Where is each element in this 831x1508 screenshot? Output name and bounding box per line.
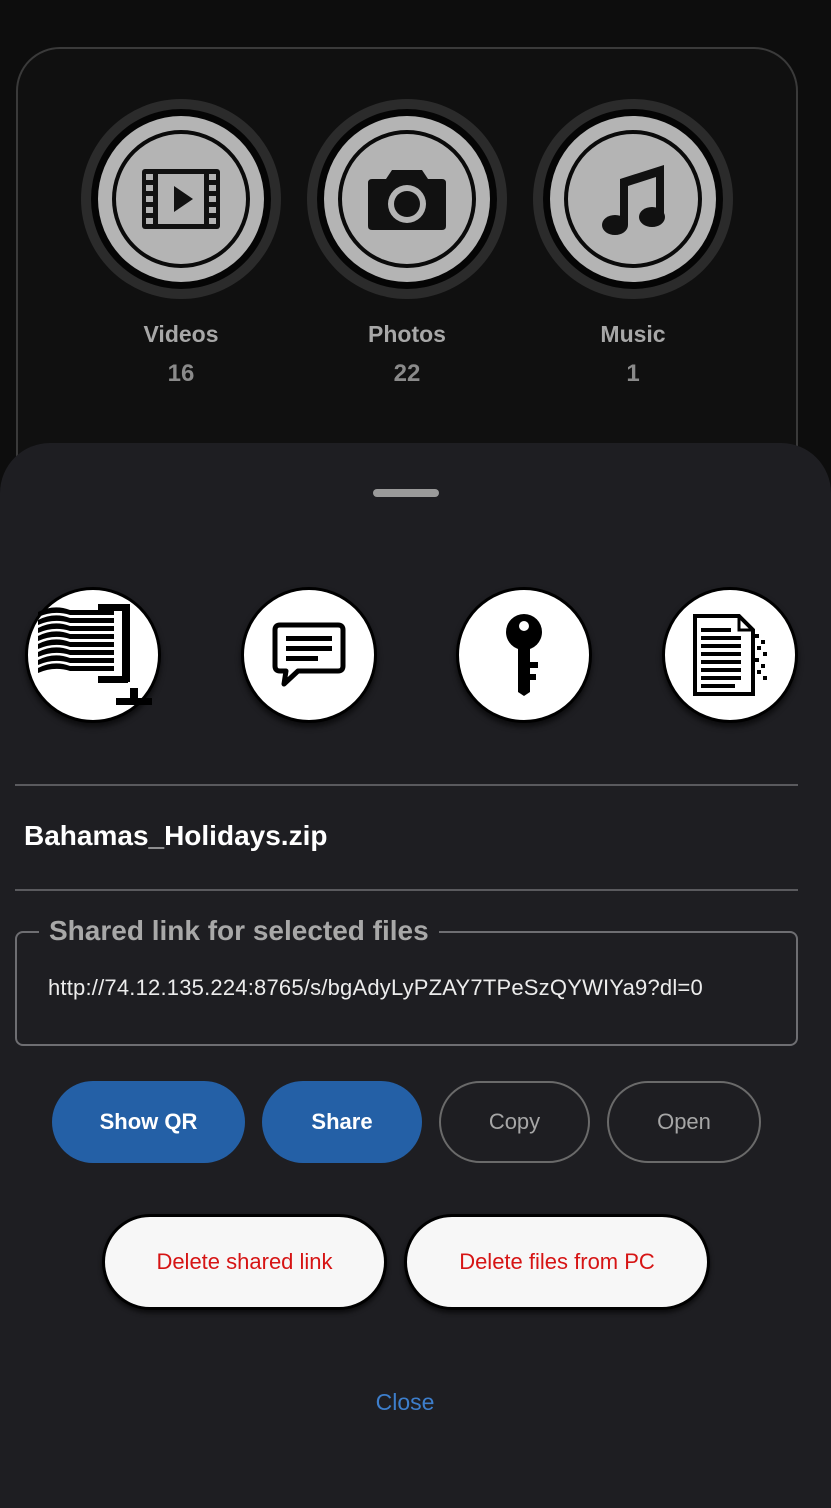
compress-button[interactable] <box>25 587 161 723</box>
document-shred-button[interactable] <box>662 587 798 723</box>
delete-files-button[interactable]: Delete files from PC <box>404 1214 710 1310</box>
category-count: 22 <box>393 360 421 387</box>
category-videos[interactable]: Videos 16 <box>81 99 281 388</box>
film-icon <box>142 169 220 229</box>
message-icon <box>272 622 346 687</box>
drag-handle[interactable] <box>373 489 439 497</box>
compress-icon <box>38 604 152 705</box>
category-label: Videos <box>143 321 219 347</box>
document-shred-icon <box>693 614 767 696</box>
show-qr-button[interactable]: Show QR <box>52 1081 245 1163</box>
key-icon <box>506 614 542 696</box>
category-photos[interactable]: Photos 22 <box>307 99 507 388</box>
message-button[interactable] <box>241 587 377 723</box>
shared-link-field[interactable]: Shared link for selected files http://74… <box>15 915 798 1046</box>
open-button[interactable]: Open <box>607 1081 761 1163</box>
category-count: 1 <box>626 360 640 387</box>
category-label: Music <box>600 321 666 347</box>
key-button[interactable] <box>456 587 592 723</box>
share-button[interactable]: Share <box>262 1081 422 1163</box>
shared-link-url[interactable]: http://74.12.135.224:8765/s/bgAdyLyPZAY7… <box>48 975 703 1001</box>
copy-button[interactable]: Copy <box>439 1081 590 1163</box>
bottom-sheet: Bahamas_Holidays.zip Shared link for sel… <box>0 443 831 1508</box>
divider <box>15 784 798 786</box>
delete-shared-link-button[interactable]: Delete shared link <box>102 1214 387 1310</box>
music-note-icon <box>602 165 665 235</box>
file-name: Bahamas_Holidays.zip <box>24 820 328 851</box>
category-label: Photos <box>368 321 446 347</box>
category-music[interactable]: Music 1 <box>533 99 733 388</box>
close-button[interactable]: Close <box>355 1389 455 1416</box>
divider <box>15 889 798 891</box>
shared-link-legend: Shared link for selected files <box>39 915 439 947</box>
category-count: 16 <box>167 360 195 387</box>
camera-icon <box>368 170 446 230</box>
